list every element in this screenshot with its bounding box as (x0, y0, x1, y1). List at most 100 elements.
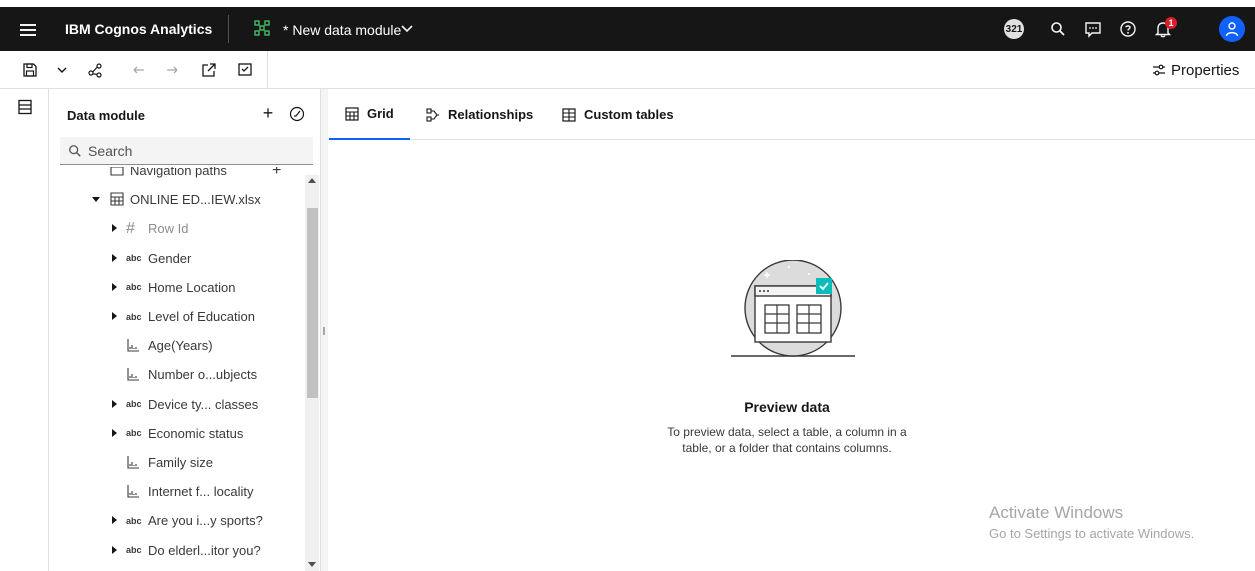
chevron-down-icon[interactable] (399, 20, 415, 36)
product-name: IBM Cognos Analytics (65, 21, 213, 37)
tree-item[interactable]: Age(Years) (50, 331, 305, 360)
data-module-icon (254, 20, 270, 36)
view-tabs: Grid Relationships Custom tables (329, 89, 1255, 140)
scroll-up-icon[interactable] (308, 178, 316, 183)
text-type-icon: abc (126, 545, 142, 556)
tree-item-label: Navigation paths (130, 167, 227, 178)
task-count-badge: 321 (1004, 19, 1024, 39)
caret-right-icon[interactable] (110, 282, 118, 291)
measure-icon (127, 485, 139, 498)
tree-item-label: Internet f... locality (148, 484, 254, 500)
tree-item[interactable]: ONLINE ED...IEW.xlsx (50, 185, 305, 214)
relationship-icon (426, 107, 439, 122)
tree-item[interactable]: abc Device ty... classes (50, 390, 305, 419)
add-source-button[interactable]: + (260, 103, 276, 123)
caret-right-icon[interactable] (110, 224, 118, 233)
tree-item[interactable]: abc Do elderl...itor you? (50, 536, 305, 565)
search-icon (69, 144, 81, 157)
search-box[interactable] (60, 137, 313, 165)
splitter-grip[interactable] (323, 327, 325, 335)
search-input[interactable] (88, 142, 308, 159)
identifier-icon: # (126, 219, 135, 237)
tree-item[interactable]: abc Level of Education (50, 302, 305, 331)
tree-item-label: Do elderl...itor you? (148, 542, 261, 558)
tree-item[interactable]: abc Home Location (50, 273, 305, 302)
tree-item-label: Age(Years) (148, 338, 213, 354)
validate-icon[interactable] (236, 61, 254, 79)
undo-icon[interactable] (130, 61, 148, 79)
text-type-icon: abc (126, 515, 142, 526)
properties-label: Properties (1171, 61, 1240, 79)
toolbar: Properties (0, 51, 1255, 89)
panel-splitter[interactable] (320, 89, 328, 571)
redo-icon[interactable] (163, 61, 181, 79)
tree-item-label: Family size (148, 455, 214, 470)
help-button[interactable] (1114, 15, 1142, 43)
caret-right-icon[interactable] (110, 312, 118, 320)
search-button[interactable] (1044, 15, 1072, 43)
caret-right-icon[interactable] (110, 399, 118, 408)
tree-item[interactable]: Family size (50, 448, 305, 477)
left-rail (0, 89, 49, 571)
tree-item[interactable]: abc Are you i...y sports? (50, 506, 305, 535)
tree-item-label: Level of Education (148, 309, 255, 324)
tree-item-label: Gender (148, 250, 192, 266)
top-bar: IBM Cognos Analytics * New data module 3… (0, 0, 1255, 51)
properties-button[interactable]: Properties (1151, 60, 1239, 80)
toolbar-divider (267, 51, 268, 89)
tree-item-label: Economic status (148, 425, 244, 441)
save-icon[interactable] (21, 61, 39, 79)
measure-icon (127, 368, 139, 381)
tab-grid[interactable]: Grid (329, 89, 410, 140)
add-navigation-path-button[interactable]: + (272, 167, 281, 180)
assistant-button[interactable] (1079, 15, 1107, 43)
empty-state-title: Preview data (744, 399, 830, 415)
tree-item[interactable]: + Navigation paths (50, 167, 305, 185)
tree-item[interactable]: abc Gender (50, 244, 305, 273)
user-menu-button[interactable] (1218, 15, 1246, 43)
user-icon (1225, 22, 1239, 37)
caret-right-icon[interactable] (110, 516, 118, 525)
caret-right-icon[interactable] (110, 545, 118, 554)
tasks-button[interactable]: 321 (1000, 15, 1028, 43)
menu-icon[interactable] (20, 24, 36, 36)
text-type-icon: abc (126, 311, 142, 322)
empty-state-line: To preview data, select a table, a colum… (667, 425, 907, 439)
tree-item-label: ONLINE ED...IEW.xlsx (130, 192, 261, 208)
measure-icon (127, 339, 139, 352)
search-icon (1051, 22, 1065, 36)
tree-item[interactable]: Number o...ubjects (50, 360, 305, 389)
chat-icon (1085, 22, 1101, 38)
caret-down-icon[interactable] (92, 195, 100, 203)
text-type-icon: abc (126, 253, 142, 264)
share-icon[interactable] (86, 61, 104, 79)
tree-item[interactable]: abc Economic status (50, 419, 305, 448)
tree-item[interactable]: Internet f... locality (50, 477, 305, 506)
activation-watermark: Activate Windows Go to Settings to activ… (989, 503, 1194, 541)
empty-state-description: To preview data, select a table, a colum… (612, 424, 962, 456)
tab-relationships[interactable]: Relationships (426, 89, 533, 140)
caret-right-icon[interactable] (110, 428, 118, 437)
preview-data-illustration (731, 260, 855, 357)
help-icon (1120, 21, 1136, 37)
scrollbar-thumb[interactable] (307, 208, 318, 398)
caret-right-icon[interactable] (110, 253, 118, 262)
tree-item[interactable]: # Row Id (50, 214, 305, 243)
scroll-down-icon[interactable] (308, 562, 316, 567)
chevron-down-icon[interactable] (53, 61, 71, 79)
watermark-subtitle: Go to Settings to activate Windows. (989, 526, 1195, 541)
text-type-icon: abc (126, 282, 142, 293)
data-sources-icon[interactable] (17, 99, 33, 115)
tree-item-label: Number o...ubjects (148, 367, 258, 383)
watermark-title: Activate Windows (989, 503, 1124, 522)
tab-custom-tables[interactable]: Custom tables (562, 89, 674, 140)
avatar (1219, 16, 1245, 42)
launch-icon[interactable] (200, 61, 218, 79)
module-title[interactable]: * New data module (283, 22, 401, 38)
data-module-panel: Data module + + Navigation paths ONLINE ED… (50, 89, 320, 571)
empty-state-line: table, or a folder that contains columns… (682, 441, 892, 455)
tab-label: Grid (367, 106, 394, 121)
table-icon (562, 107, 576, 122)
notifications-button[interactable]: 1 (1149, 15, 1177, 43)
relink-icon[interactable] (289, 106, 305, 122)
